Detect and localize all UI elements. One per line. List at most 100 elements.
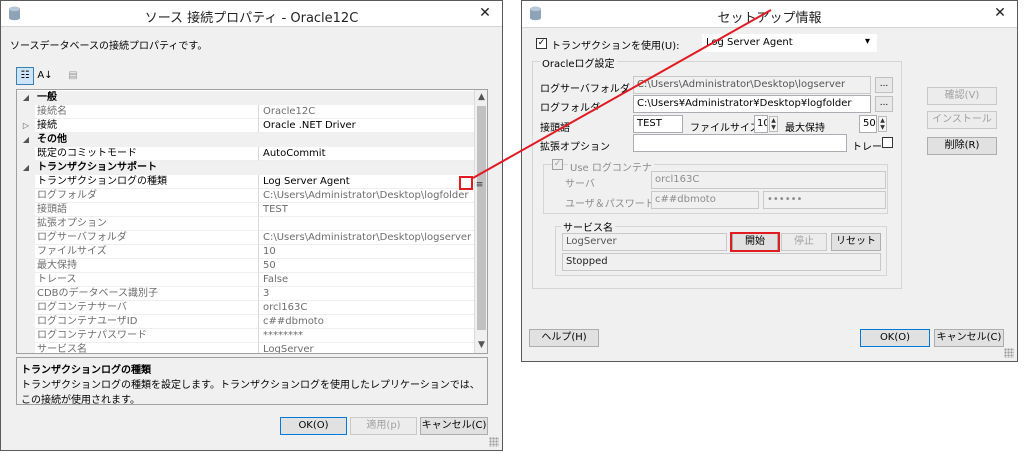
- delete-button[interactable]: 削除(R): [927, 137, 997, 155]
- expand-toggle-icon[interactable]: ▷: [17, 119, 35, 133]
- spin-down-icon[interactable]: ▼: [770, 124, 777, 131]
- help-button[interactable]: ヘルプ(H): [529, 329, 599, 347]
- user-field[interactable]: c##dbmoto: [651, 191, 759, 209]
- property-value[interactable]: 50: [259, 259, 474, 273]
- close-icon[interactable]: ✕: [475, 4, 495, 22]
- property-row[interactable]: 接頭語 TEST: [17, 203, 474, 217]
- property-category-row[interactable]: ◢ その他: [17, 133, 474, 147]
- title-bar[interactable]: ソース 接続プロパティ - Oracle12C ✕: [1, 1, 502, 27]
- property-row[interactable]: ログコンテナパスワード ********: [17, 329, 474, 343]
- categorized-view-icon[interactable]: ☷: [16, 67, 34, 85]
- property-row[interactable]: 拡張オプション: [17, 217, 474, 231]
- property-ellipsis-icon[interactable]: ≡: [475, 179, 484, 192]
- apply-button[interactable]: 適用(p): [350, 417, 417, 435]
- property-value[interactable]: False: [259, 273, 474, 287]
- cancel-button[interactable]: キャンセル(C): [934, 329, 1004, 347]
- use-log-container-checkbox[interactable]: ✓: [552, 159, 563, 170]
- property-row[interactable]: トランザクションログの種類 Log Server Agent: [17, 175, 474, 189]
- property-value[interactable]: Oracle .NET Driver: [259, 119, 474, 133]
- property-row[interactable]: トレース False: [17, 273, 474, 287]
- property-row[interactable]: ▷ 接続 Oracle .NET Driver: [17, 119, 474, 133]
- property-row[interactable]: ログフォルダ C:\Users\Administrator\Desktop\log…: [17, 189, 474, 203]
- property-value[interactable]: 10: [259, 245, 474, 259]
- scroll-up-icon[interactable]: ▲: [475, 90, 487, 104]
- alphabetical-sort-icon[interactable]: A↓: [36, 67, 54, 85]
- extended-option-field[interactable]: [633, 134, 847, 152]
- property-row[interactable]: 最大保持 50: [17, 259, 474, 273]
- reset-service-button[interactable]: リセット: [831, 233, 881, 251]
- property-row[interactable]: ログコンテナサーバ orcl163C: [17, 301, 474, 315]
- window-description: ソースデータベースの接続プロパティです。: [10, 41, 208, 52]
- browse-log-folder-button[interactable]: ...: [875, 96, 893, 112]
- property-name: 接続名: [35, 105, 259, 119]
- expand-toggle-icon[interactable]: ◢: [17, 161, 35, 175]
- oracle-log-settings-title: Oracleログ設定: [540, 55, 617, 70]
- spin-down-icon[interactable]: ▼: [879, 124, 886, 131]
- transaction-type-select[interactable]: Log Server Agent: [702, 34, 877, 52]
- property-value[interactable]: Log Server Agent: [259, 175, 474, 189]
- property-value[interactable]: C:\Users\Administrator\Desktop\logfolder: [259, 189, 474, 203]
- server-field[interactable]: orcl163C: [651, 171, 886, 189]
- property-value[interactable]: C:\Users\Administrator\Desktop\logserver: [259, 231, 474, 245]
- install-button[interactable]: インストール: [927, 111, 997, 129]
- row-margin: [17, 245, 35, 259]
- property-row[interactable]: サービス名 LogServer: [17, 343, 474, 353]
- cancel-button[interactable]: キャンセル(C): [420, 417, 488, 435]
- chevron-down-icon[interactable]: ▾: [865, 36, 870, 47]
- property-row[interactable]: CDBのデータベース識別子 3: [17, 287, 474, 301]
- property-name: CDBのデータベース識別子: [35, 287, 259, 301]
- ok-button[interactable]: OK(O): [280, 417, 347, 435]
- property-value[interactable]: [259, 217, 474, 231]
- property-row[interactable]: 接続名 Oracle12C: [17, 105, 474, 119]
- property-value[interactable]: Oracle12C: [259, 105, 474, 119]
- expand-toggle-icon[interactable]: ◢: [17, 133, 35, 147]
- property-value[interactable]: TEST: [259, 203, 474, 217]
- spin-up-icon[interactable]: ▲: [879, 117, 886, 124]
- property-row[interactable]: ログサーバフォルダ C:\Users\Administrator\Desktop\…: [17, 231, 474, 245]
- property-value[interactable]: 3: [259, 287, 474, 301]
- row-margin: [17, 217, 35, 231]
- property-value[interactable]: ********: [259, 329, 474, 343]
- property-grid-scrollbar[interactable]: ▲ ▼: [474, 90, 487, 353]
- password-field[interactable]: ••••••: [763, 191, 886, 209]
- scroll-thumb[interactable]: [477, 106, 486, 330]
- trace-checkbox[interactable]: [882, 137, 893, 148]
- property-category-row[interactable]: ◢ 一般: [17, 91, 474, 105]
- property-value[interactable]: AutoCommit: [259, 147, 474, 161]
- property-value[interactable]: c##dbmoto: [259, 315, 474, 329]
- ok-button[interactable]: OK(O): [860, 329, 930, 347]
- resize-grip[interactable]: [489, 437, 499, 447]
- start-button-highlight-box: [730, 232, 780, 252]
- prefix-field[interactable]: TEST: [633, 115, 683, 133]
- file-size-field[interactable]: 10: [754, 115, 768, 133]
- max-keep-field[interactable]: 50: [859, 115, 877, 133]
- max-keep-spinner[interactable]: ▲ ▼: [878, 116, 887, 132]
- stop-service-button[interactable]: 停止: [781, 233, 827, 251]
- service-name-field[interactable]: LogServer: [562, 233, 727, 251]
- spin-up-icon[interactable]: ▲: [770, 117, 777, 124]
- log-server-folder-field[interactable]: C:\Users\Administrator\Desktop\logserver: [633, 76, 871, 94]
- property-description-title: トランザクションログの種類: [21, 365, 151, 376]
- browse-log-server-button[interactable]: ...: [875, 77, 893, 93]
- close-icon[interactable]: ✕: [990, 4, 1010, 22]
- property-row[interactable]: 既定のコミットモード AutoCommit: [17, 147, 474, 161]
- log-folder-field[interactable]: C:\Users¥Administrator¥Desktop¥logfolder: [633, 95, 871, 113]
- server-label: サーバ: [565, 179, 595, 190]
- title-bar[interactable]: セットアップ情報 ✕: [522, 1, 1017, 28]
- property-pages-icon[interactable]: ▤: [64, 67, 82, 85]
- property-name: 接頭語: [35, 203, 259, 217]
- property-category-row[interactable]: ◢ トランザクションサポート: [17, 161, 474, 175]
- use-transaction-checkbox[interactable]: ✓: [536, 38, 547, 49]
- property-value[interactable]: orcl163C: [259, 301, 474, 315]
- property-name: 接続: [35, 119, 259, 133]
- expand-toggle-icon[interactable]: ◢: [17, 91, 35, 105]
- scroll-down-icon[interactable]: ▼: [475, 338, 487, 352]
- property-value[interactable]: LogServer: [259, 343, 474, 353]
- property-row[interactable]: ファイルサイズ 10: [17, 245, 474, 259]
- resize-grip[interactable]: [1004, 348, 1014, 358]
- file-size-spinner[interactable]: ▲ ▼: [769, 116, 778, 132]
- property-category-name: その他: [37, 134, 67, 145]
- extended-option-label: 拡張オプション: [540, 142, 610, 153]
- property-row[interactable]: ログコンテナユーザID c##dbmoto: [17, 315, 474, 329]
- confirm-button[interactable]: 確認(V): [927, 87, 997, 105]
